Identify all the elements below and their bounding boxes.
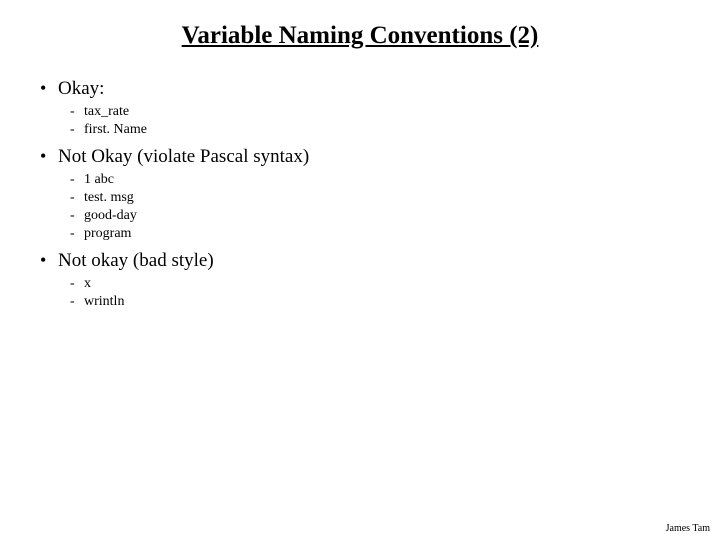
bullet-label: Not okay (bad style) (58, 250, 214, 272)
dash-icon: - (70, 104, 84, 120)
list-item: - first. Name (70, 122, 680, 138)
bullet-item: • Not okay (bad style) (40, 250, 680, 272)
section-okay: • Okay: - tax_rate - first. Name (40, 78, 680, 138)
bullet-label: Not Okay (violate Pascal syntax) (58, 146, 309, 168)
list-item-label: 1 abc (84, 172, 114, 188)
bullet-icon: • (40, 251, 58, 269)
sub-list: - tax_rate - first. Name (40, 104, 680, 138)
section-not-okay-syntax: • Not Okay (violate Pascal syntax) - 1 a… (40, 146, 680, 242)
dash-icon: - (70, 294, 84, 310)
sub-list: - x - wrintln (40, 276, 680, 310)
dash-icon: - (70, 226, 84, 242)
list-item: - 1 abc (70, 172, 680, 188)
list-item: - good-day (70, 208, 680, 224)
list-item-label: wrintln (84, 294, 124, 310)
list-item: - test. msg (70, 190, 680, 206)
dash-icon: - (70, 122, 84, 138)
list-item-label: good-day (84, 208, 137, 224)
list-item: - x (70, 276, 680, 292)
bullet-item: • Not Okay (violate Pascal syntax) (40, 146, 680, 168)
bullet-label: Okay: (58, 78, 104, 100)
list-item-label: tax_rate (84, 104, 129, 120)
dash-icon: - (70, 190, 84, 206)
dash-icon: - (70, 172, 84, 188)
bullet-item: • Okay: (40, 78, 680, 100)
list-item-label: test. msg (84, 190, 134, 206)
sub-list: - 1 abc - test. msg - good-day - program (40, 172, 680, 242)
bullet-icon: • (40, 79, 58, 97)
page-title: Variable Naming Conventions (2) (40, 22, 680, 50)
bullet-icon: • (40, 147, 58, 165)
footer-author: James Tam (666, 523, 710, 534)
list-item-label: x (84, 276, 91, 292)
list-item-label: first. Name (84, 122, 147, 138)
dash-icon: - (70, 208, 84, 224)
list-item: - program (70, 226, 680, 242)
list-item: - wrintln (70, 294, 680, 310)
list-item: - tax_rate (70, 104, 680, 120)
dash-icon: - (70, 276, 84, 292)
section-not-okay-style: • Not okay (bad style) - x - wrintln (40, 250, 680, 310)
list-item-label: program (84, 226, 131, 242)
